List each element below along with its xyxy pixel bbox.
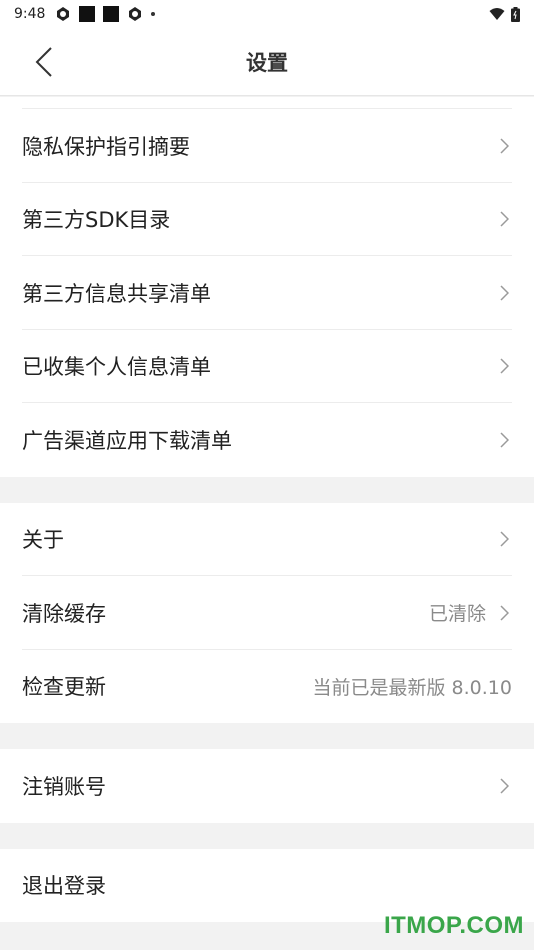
setting-about[interactable]: 关于 [22, 503, 512, 577]
cache-status-value: 已清除 [428, 603, 486, 626]
chevron-right-icon [496, 358, 512, 374]
chevron-right-icon [496, 432, 512, 448]
dot-icon [151, 12, 156, 16]
setting-label: 检查更新 [22, 675, 106, 700]
chevron-right-icon [496, 285, 512, 301]
setting-third-party-sdk[interactable]: 第三方SDK目录 [22, 183, 512, 257]
previous-item-divider [22, 97, 512, 109]
app-notification-icon [57, 7, 70, 21]
setting-ad-channel-downloads[interactable]: 广告渠道应用下载清单 [22, 403, 512, 477]
settings-group-logout: 退出登录 [0, 848, 534, 923]
group-spacer [0, 476, 534, 503]
app-square-icon [103, 6, 120, 22]
status-system-icons [489, 6, 520, 22]
setting-third-party-sharing[interactable]: 第三方信息共享清单 [22, 256, 512, 330]
app-square-icon [79, 6, 96, 22]
setting-collected-info[interactable]: 已收集个人信息清单 [22, 330, 512, 404]
status-notification-icons [55, 6, 156, 22]
page-title: 设置 [246, 51, 288, 75]
setting-label: 清除缓存 [22, 601, 106, 626]
settings-group-privacy: 隐私保护指引摘要 第三方SDK目录 第三方信息共享清单 已收集个人信息清单 广告 [0, 97, 534, 477]
version-status-value: 当前已是最新版 8.0.10 [312, 676, 512, 699]
chevron-right-icon [496, 531, 512, 547]
setting-label: 隐私保护指引摘要 [22, 134, 190, 159]
setting-label: 关于 [22, 528, 64, 553]
site-watermark: ITMOP.COM [383, 912, 524, 939]
group-spacer [0, 822, 534, 849]
chevron-right-icon [496, 211, 512, 227]
settings-group-app: 关于 清除缓存 已清除 检查更新 当前已是最新版 8.0.10 [0, 502, 534, 724]
top-navigation-bar: 设置 [0, 28, 534, 96]
settings-list: 隐私保护指引摘要 第三方SDK目录 第三方信息共享清单 已收集个人信息清单 广告 [0, 97, 534, 922]
setting-label: 广告渠道应用下载清单 [22, 428, 232, 453]
back-button[interactable] [24, 42, 64, 82]
app-notification-icon [129, 7, 142, 21]
setting-label: 注销账号 [22, 774, 106, 799]
chevron-right-icon [496, 138, 512, 154]
setting-clear-cache[interactable]: 清除缓存 已清除 [22, 576, 512, 650]
chevron-right-icon [496, 778, 512, 794]
setting-label: 第三方信息共享清单 [22, 281, 211, 306]
status-bar: 9:48 [0, 0, 534, 28]
group-spacer [0, 723, 534, 749]
logout-button[interactable]: 退出登录 [22, 849, 512, 923]
setting-label: 已收集个人信息清单 [22, 355, 211, 380]
setting-delete-account[interactable]: 注销账号 [22, 749, 512, 823]
setting-privacy-summary[interactable]: 隐私保护指引摘要 [22, 109, 512, 183]
logout-label: 退出登录 [22, 874, 106, 899]
settings-group-account: 注销账号 [0, 749, 534, 823]
chevron-right-icon [496, 605, 512, 621]
wifi-icon [489, 8, 505, 20]
chevron-left-icon [35, 47, 52, 77]
status-time: 9:48 [14, 6, 46, 22]
setting-label: 第三方SDK目录 [22, 208, 171, 233]
battery-icon [511, 6, 520, 22]
setting-check-update[interactable]: 检查更新 当前已是最新版 8.0.10 [22, 650, 512, 724]
